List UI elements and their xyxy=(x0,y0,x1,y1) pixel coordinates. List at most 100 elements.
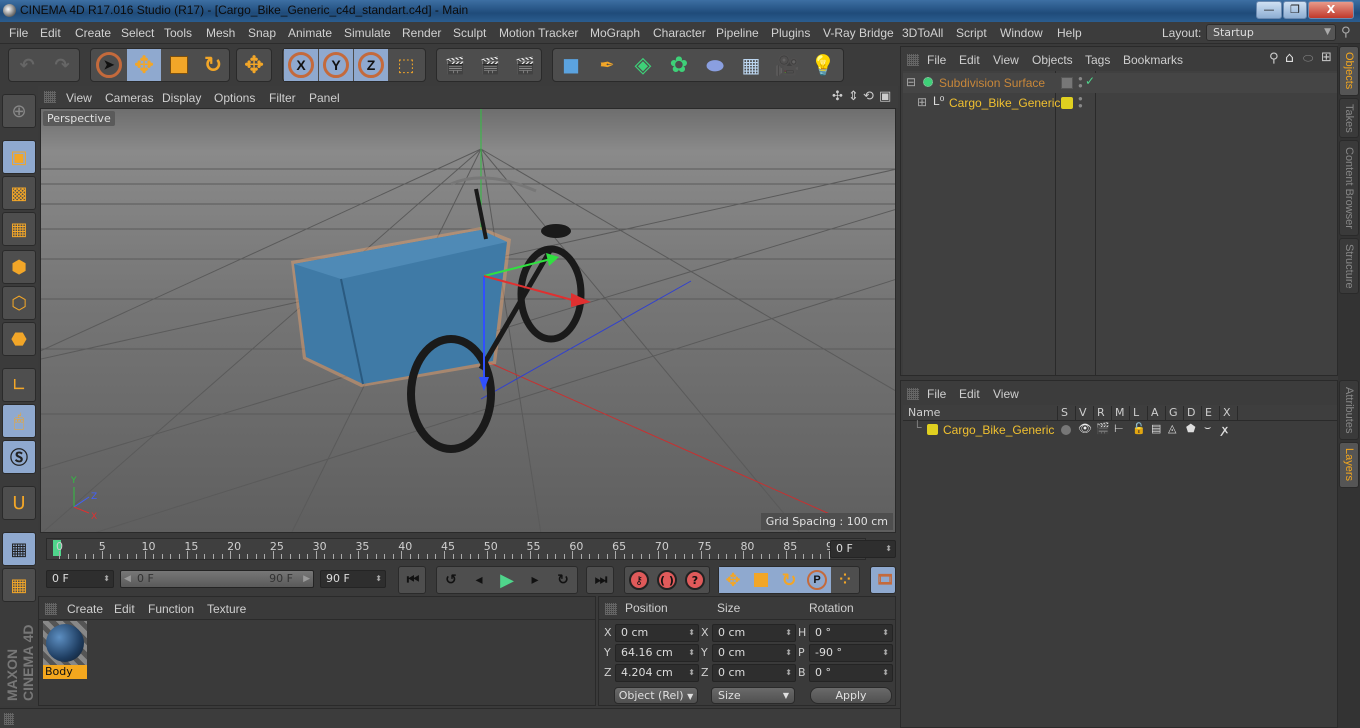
range-slider[interactable]: ◀ 0 F 90 F ▶ xyxy=(120,570,314,588)
viewport-menu-display[interactable]: Display xyxy=(162,91,201,105)
material-swatch[interactable]: Body xyxy=(43,621,87,679)
tab-attributes[interactable]: Attributes xyxy=(1339,380,1359,440)
objects-menu-objects[interactable]: Objects xyxy=(1032,53,1073,67)
objects-menu-file[interactable]: File xyxy=(927,53,946,67)
minimize-button[interactable]: — xyxy=(1256,1,1282,19)
tab-takes[interactable]: Takes xyxy=(1339,98,1359,138)
size-z-field[interactable]: 0 cm ⬍ xyxy=(712,664,796,682)
panel-grip-icon[interactable] xyxy=(605,603,617,615)
polygons-mode-button[interactable]: ⬣ xyxy=(2,322,36,356)
play-button[interactable]: ▶ xyxy=(493,567,521,593)
cargo-bike-model[interactable] xyxy=(291,176,585,453)
cube-button[interactable]: ◼ xyxy=(554,49,588,81)
tab-structure[interactable]: Structure xyxy=(1339,238,1359,294)
menu-snap[interactable]: Snap xyxy=(248,26,276,40)
position-y-field[interactable]: 64.16 cm ⬍ xyxy=(615,644,699,662)
deformer-button[interactable]: ⬬ xyxy=(698,49,732,81)
panel-grip-icon[interactable] xyxy=(44,91,56,103)
tab-layers[interactable]: Layers xyxy=(1339,442,1359,488)
move-tool-button[interactable]: ✥ xyxy=(127,49,161,81)
menu-sculpt[interactable]: Sculpt xyxy=(453,26,486,40)
pan-view-icon[interactable]: ✣ xyxy=(832,89,843,104)
menu-edit[interactable]: Edit xyxy=(40,26,61,40)
column-locked[interactable]: L xyxy=(1129,406,1139,421)
viewport-menu-options[interactable]: Options xyxy=(214,91,255,105)
layer-name[interactable]: Cargo_Bike_Generic xyxy=(943,423,1054,437)
column-manager[interactable]: M xyxy=(1111,406,1125,421)
magnet-button[interactable]: U xyxy=(2,486,36,520)
object-name[interactable]: Subdivision Surface xyxy=(939,76,1045,90)
menu-vray-bridge[interactable]: V-Ray Bridge xyxy=(823,26,894,40)
solo-icon[interactable] xyxy=(1061,425,1071,435)
snap-button[interactable]: Ⓢ xyxy=(2,440,36,474)
perspective-viewport[interactable]: Y Z X Perspective Grid Spacing : 100 cm xyxy=(40,108,896,533)
spinner-icon[interactable]: ⬍ xyxy=(785,665,792,681)
spinner-icon[interactable]: ⬍ xyxy=(785,625,792,641)
column-deformers[interactable]: D xyxy=(1183,406,1195,421)
lock-icon[interactable]: 🔓 xyxy=(1132,422,1146,435)
column-render[interactable]: R xyxy=(1093,406,1105,421)
tweak-mode-button[interactable]: 🖱 xyxy=(2,404,36,438)
render-picture-viewer-button[interactable]: 🎬 xyxy=(473,49,507,81)
recent-move-button[interactable]: ✥ xyxy=(237,49,271,81)
expression-icon[interactable]: ⌣ xyxy=(1204,422,1211,435)
rotate-tool-button[interactable]: ↻ xyxy=(196,49,230,81)
z-axis-button[interactable]: Z xyxy=(354,49,388,81)
menu-simulate[interactable]: Simulate xyxy=(344,26,391,40)
viewport-menu-filter[interactable]: Filter xyxy=(269,91,296,105)
timeline-window-button[interactable]: 🎞 xyxy=(871,567,899,593)
visibility-dots-icon[interactable]: ● ● xyxy=(1078,95,1083,110)
material-menu-texture[interactable]: Texture xyxy=(207,602,246,616)
layers-menu-edit[interactable]: Edit xyxy=(959,387,980,401)
position-x-field[interactable]: 0 cm ⬍ xyxy=(615,624,699,642)
scale-track-button[interactable] xyxy=(747,567,775,593)
range-right-arrow-icon[interactable]: ▶ xyxy=(303,571,310,587)
rotation-p-field[interactable]: -90 ° ⬍ xyxy=(809,644,893,662)
menu-script[interactable]: Script xyxy=(956,26,987,40)
range-left-arrow-icon[interactable]: ◀ xyxy=(124,571,131,587)
column-generators[interactable]: G xyxy=(1165,406,1178,421)
autokey-button[interactable]: ( ) xyxy=(653,567,681,593)
live-selection-button[interactable]: ➤ xyxy=(92,49,126,81)
render-clapper-icon[interactable]: 🎬 xyxy=(1096,422,1110,435)
view-eye-icon[interactable]: 👁 xyxy=(1078,422,1092,435)
spinner-icon[interactable]: ⬍ xyxy=(785,645,792,661)
position-track-button[interactable]: ✥ xyxy=(719,567,747,593)
viewport-menu-view[interactable]: View xyxy=(66,91,92,105)
timeline-ruler[interactable]: 051015202530354045505560657075808590 xyxy=(46,538,866,560)
size-mode-select[interactable]: Size ▼ xyxy=(711,687,795,704)
objects-menu-view[interactable]: View xyxy=(993,53,1019,67)
menu-pipeline[interactable]: Pipeline xyxy=(716,26,759,40)
model-mode-button[interactable]: ▣ xyxy=(2,140,36,174)
locked-workplane-button[interactable]: ▦ xyxy=(2,532,36,566)
size-y-field[interactable]: 0 cm ⬍ xyxy=(712,644,796,662)
rotation-h-field[interactable]: 0 ° ⬍ xyxy=(809,624,893,642)
axis-mode-button[interactable]: ∟ xyxy=(2,368,36,402)
cloner-button[interactable]: ✿ xyxy=(662,49,696,81)
keyframe-selection-button[interactable]: ? xyxy=(681,567,709,593)
eye-icon[interactable]: ⬭ xyxy=(1303,51,1313,66)
position-z-field[interactable]: 4.204 cm ⬍ xyxy=(615,664,699,682)
prev-key-button[interactable]: ↺ xyxy=(437,567,465,593)
menu-motion-tracker[interactable]: Motion Tracker xyxy=(499,26,578,40)
goto-end-button[interactable]: ⏭ xyxy=(587,567,615,593)
layer-color-icon[interactable] xyxy=(1061,97,1073,109)
material-menu-function[interactable]: Function xyxy=(148,602,194,616)
material-menu-create[interactable]: Create xyxy=(67,602,103,616)
parameter-track-button[interactable]: P xyxy=(803,567,831,593)
point-level-button[interactable]: ⁘ xyxy=(831,567,859,593)
visibility-dots-icon[interactable]: ● ● xyxy=(1078,75,1083,90)
current-frame-field[interactable]: 0 F ⬍ xyxy=(830,540,896,558)
tab-objects[interactable]: Objects xyxy=(1339,46,1359,96)
menu-file[interactable]: File xyxy=(9,26,28,40)
column-solo[interactable]: S xyxy=(1057,406,1068,421)
start-frame-field[interactable]: 0 F ⬍ xyxy=(46,570,114,588)
coordinate-mode-select[interactable]: Object (Rel) ▼ xyxy=(614,687,698,704)
planar-workplane-button[interactable]: ▦ xyxy=(2,568,36,602)
make-editable-button[interactable]: ⊕ xyxy=(2,94,36,128)
layers-menu-view[interactable]: View xyxy=(993,387,1019,401)
layer-color-icon[interactable] xyxy=(927,424,938,435)
rotation-track-button[interactable]: ↻ xyxy=(775,567,803,593)
render-settings-button[interactable]: 🎬 xyxy=(508,49,542,81)
panel-grip-icon[interactable] xyxy=(907,388,919,400)
